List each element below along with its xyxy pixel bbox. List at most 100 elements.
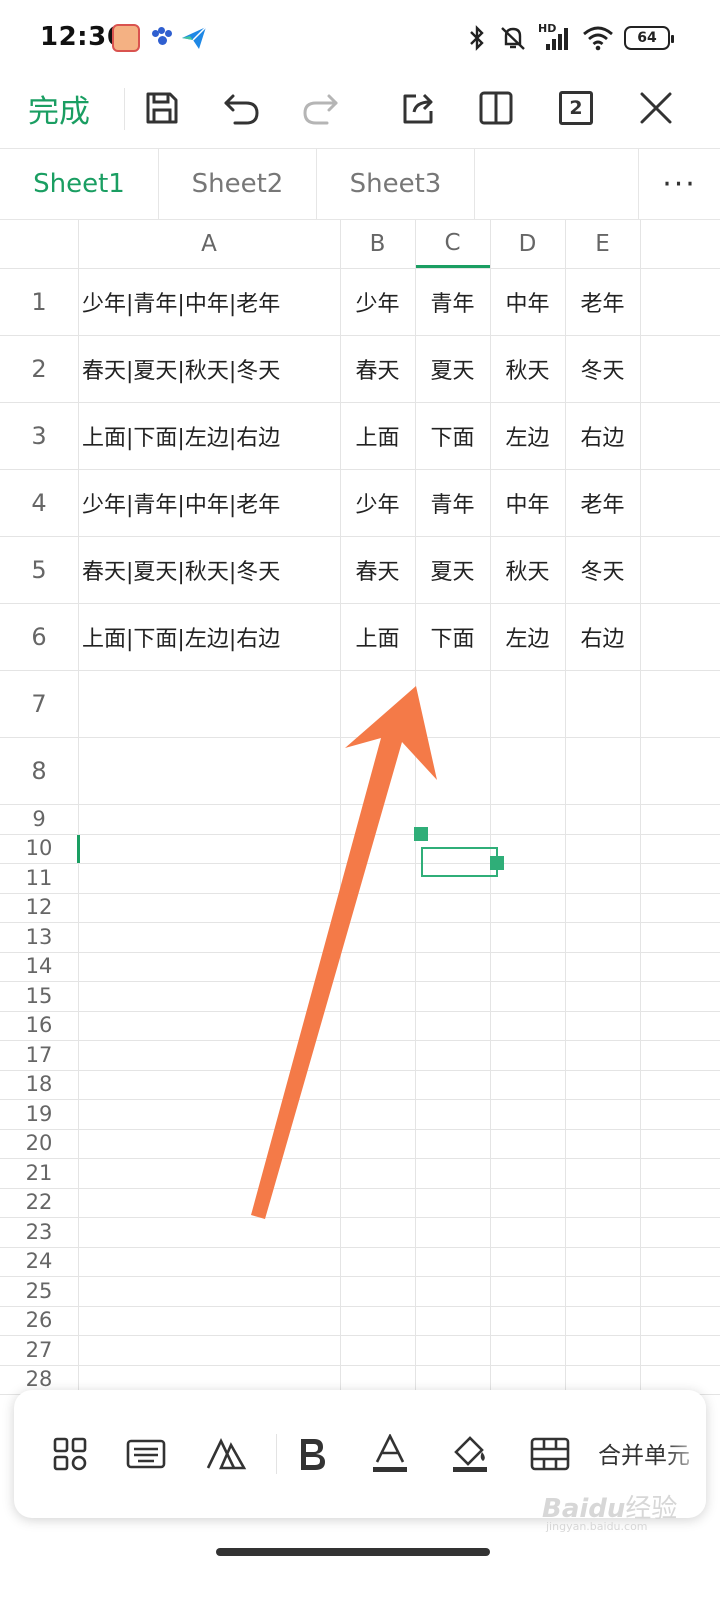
row-header-8[interactable]: 8 — [0, 737, 78, 804]
row-header-6[interactable]: 6 — [0, 603, 78, 670]
eraser-icon — [206, 1438, 247, 1470]
cell-e1[interactable]: 老年 — [565, 268, 640, 335]
toolbar-divider — [124, 88, 125, 130]
cell-d5[interactable]: 秋天 — [490, 536, 565, 603]
selection-handle-bottom-right[interactable] — [490, 856, 504, 870]
cell-e3[interactable]: 右边 — [565, 402, 640, 469]
cell-e6[interactable]: 右边 — [565, 603, 640, 670]
cell-d3[interactable]: 左边 — [490, 402, 565, 469]
cell-b4[interactable]: 少年 — [340, 469, 415, 536]
selected-cell[interactable] — [421, 847, 498, 877]
cell-e4[interactable]: 老年 — [565, 469, 640, 536]
row-header-4[interactable]: 4 — [0, 469, 78, 536]
cell-e5[interactable]: 冬天 — [565, 536, 640, 603]
row-divider — [0, 1276, 720, 1277]
merge-cells-button[interactable] — [522, 1426, 578, 1482]
split-view-button[interactable] — [472, 84, 520, 132]
home-indicator[interactable] — [216, 1548, 490, 1556]
cell-c2[interactable]: 夏天 — [415, 335, 490, 402]
row-header-15[interactable]: 15 — [0, 981, 78, 1011]
font-color-button[interactable] — [362, 1426, 418, 1482]
done-button[interactable]: 完成 — [28, 86, 90, 131]
cell-d2[interactable]: 秋天 — [490, 335, 565, 402]
share-button[interactable] — [394, 84, 442, 132]
send-arrow-icon — [180, 24, 208, 52]
row-header-17[interactable]: 17 — [0, 1040, 78, 1070]
cell-c3[interactable]: 下面 — [415, 402, 490, 469]
row-header-16[interactable]: 16 — [0, 1011, 78, 1041]
row-header-18[interactable]: 18 — [0, 1070, 78, 1100]
selection-handle-top-left[interactable] — [414, 827, 428, 841]
cell-a3[interactable]: 上面|下面|左边|右边 — [78, 402, 340, 469]
row-header-19[interactable]: 19 — [0, 1099, 78, 1129]
row-header-11[interactable]: 11 — [0, 863, 78, 893]
undo-button[interactable] — [218, 84, 266, 132]
tab-sheet2[interactable]: Sheet2 — [159, 149, 317, 219]
cell-a4[interactable]: 少年|青年|中年|老年 — [78, 469, 340, 536]
cell-d1[interactable]: 中年 — [490, 268, 565, 335]
row-header-26[interactable]: 26 — [0, 1306, 78, 1336]
row-header-23[interactable]: 23 — [0, 1217, 78, 1247]
row-header-10[interactable]: 10 — [0, 834, 78, 864]
row-header-7[interactable]: 7 — [0, 670, 78, 737]
row-header-2[interactable]: 2 — [0, 335, 78, 402]
cell-a5[interactable]: 春天|夏天|秋天|冬天 — [78, 536, 340, 603]
app-notification-icon — [112, 24, 140, 52]
cell-c6[interactable]: 下面 — [415, 603, 490, 670]
row-divider — [0, 1011, 720, 1012]
row-header-27[interactable]: 27 — [0, 1335, 78, 1365]
cell-b1[interactable]: 少年 — [340, 268, 415, 335]
fill-color-button[interactable] — [442, 1426, 498, 1482]
row-divider — [0, 1040, 720, 1041]
cell-b2[interactable]: 春天 — [340, 335, 415, 402]
column-header-e[interactable]: E — [565, 220, 640, 268]
bold-button[interactable] — [284, 1426, 340, 1482]
row-header-3[interactable]: 3 — [0, 402, 78, 469]
status-bar: 12:36 HD 64 — [0, 0, 720, 80]
sheet-tabs: Sheet1 Sheet2 Sheet3 ··· — [0, 148, 720, 220]
merge-cells-icon — [530, 1437, 570, 1471]
clear-format-button[interactable] — [198, 1426, 254, 1482]
keyboard-button[interactable] — [118, 1426, 174, 1482]
tab-sheet3[interactable]: Sheet3 — [317, 149, 475, 219]
column-header-d[interactable]: D — [490, 220, 565, 268]
cell-c5[interactable]: 夏天 — [415, 536, 490, 603]
cell-a1[interactable]: 少年|青年|中年|老年 — [78, 268, 340, 335]
battery-level: 64 — [637, 30, 657, 46]
cell-b5[interactable]: 春天 — [340, 536, 415, 603]
apps-button[interactable] — [42, 1426, 98, 1482]
redo-button[interactable] — [296, 84, 344, 132]
column-header-c[interactable]: C — [415, 220, 490, 268]
cell-c1[interactable]: 青年 — [415, 268, 490, 335]
spreadsheet-grid[interactable]: A B C D E 1 少年|青年|中年|老年 少年 青年 中年 老年 2 春天|夏天|秋天|冬天 春天夏… — [0, 220, 720, 1400]
save-button[interactable] — [138, 84, 186, 132]
cell-a2[interactable]: 春天|夏天|秋天|冬天 — [78, 335, 340, 402]
cell-c4[interactable]: 青年 — [415, 469, 490, 536]
cell-b3[interactable]: 上面 — [340, 402, 415, 469]
cell-a6[interactable]: 上面|下面|左边|右边 — [78, 603, 340, 670]
row-header-21[interactable]: 21 — [0, 1158, 78, 1188]
row-header-24[interactable]: 24 — [0, 1247, 78, 1277]
close-button[interactable] — [632, 84, 680, 132]
row-header-14[interactable]: 14 — [0, 952, 78, 982]
row-header-13[interactable]: 13 — [0, 922, 78, 952]
row-header-9[interactable]: 9 — [0, 804, 78, 834]
column-header-a[interactable]: A — [78, 220, 340, 268]
row-header-22[interactable]: 22 — [0, 1188, 78, 1218]
column-header-b[interactable]: B — [340, 220, 415, 268]
row-divider — [0, 981, 720, 982]
row-header-5[interactable]: 5 — [0, 536, 78, 603]
cell-b6[interactable]: 上面 — [340, 603, 415, 670]
cell-d6[interactable]: 左边 — [490, 603, 565, 670]
watermark-url: jingyan.baidu.com — [546, 1520, 648, 1533]
window-count-button[interactable]: 2 — [552, 84, 600, 132]
row-header-12[interactable]: 12 — [0, 893, 78, 923]
row-divider — [0, 952, 720, 953]
row-header-25[interactable]: 25 — [0, 1276, 78, 1306]
tab-sheet1[interactable]: Sheet1 — [0, 149, 159, 219]
row-header-20[interactable]: 20 — [0, 1129, 78, 1159]
row-header-1[interactable]: 1 — [0, 268, 78, 335]
cell-e2[interactable]: 冬天 — [565, 335, 640, 402]
cell-d4[interactable]: 中年 — [490, 469, 565, 536]
more-options-button[interactable]: ··· — [638, 149, 720, 219]
